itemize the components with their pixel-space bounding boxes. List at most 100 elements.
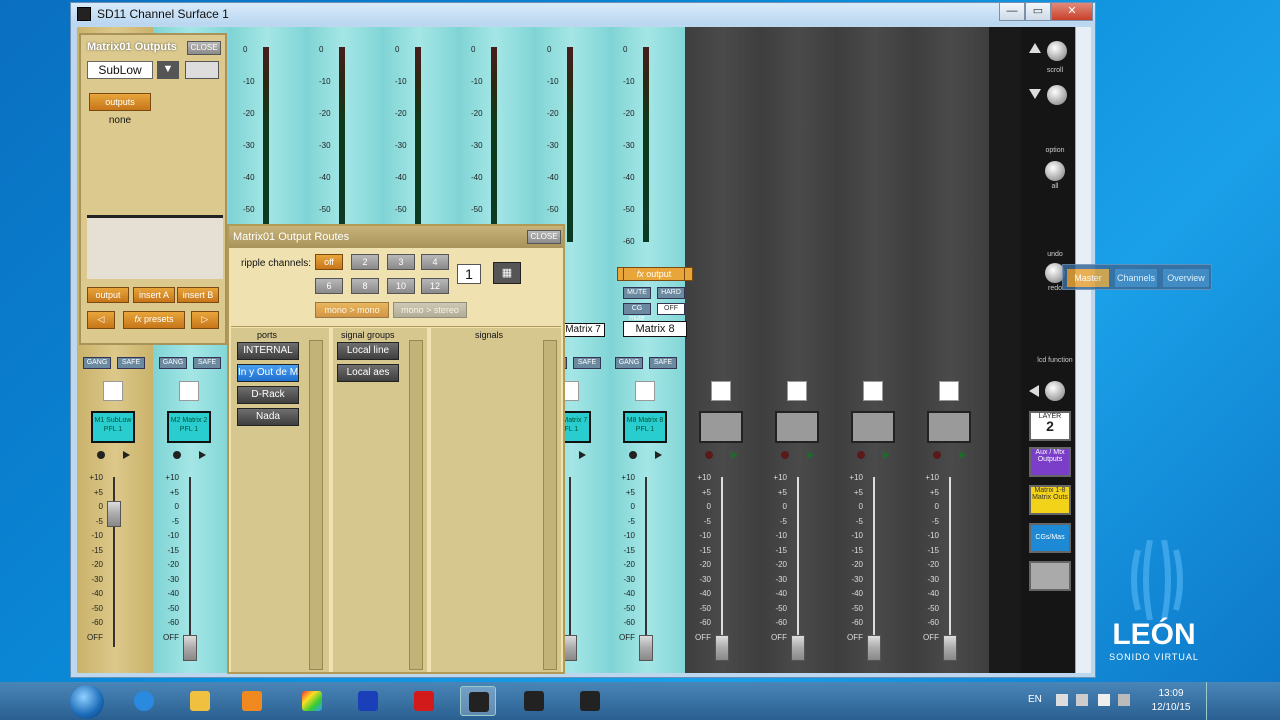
cg-mute-button-m8[interactable]: CG mute: [623, 303, 651, 322]
channel-name-display[interactable]: M1 SubLow PFL 1: [91, 411, 135, 443]
fader-knob[interactable]: [639, 635, 653, 661]
fader-knob[interactable]: [563, 635, 577, 661]
close-button[interactable]: ✕: [1051, 3, 1093, 21]
safe-button[interactable]: SAFE: [649, 357, 677, 369]
play-icon[interactable]: [959, 451, 966, 459]
port-in-out-monitor[interactable]: In y Out de Mo: [237, 364, 299, 382]
next-preset-button[interactable]: ▷: [191, 311, 219, 329]
taskbar-sd11-3[interactable]: [572, 686, 608, 716]
ripple-off-button[interactable]: off: [315, 254, 343, 270]
ports-scrollbar[interactable]: [309, 340, 323, 670]
port-d-rack[interactable]: D-Rack: [237, 386, 299, 404]
taskbar-sd11-1[interactable]: [460, 686, 496, 716]
lcd-left-icon[interactable]: [1029, 385, 1039, 397]
tray-network-icon[interactable]: [1076, 694, 1088, 706]
play-icon[interactable]: [731, 451, 738, 459]
fader-knob[interactable]: [943, 635, 957, 661]
taskbar-ie[interactable]: [126, 686, 162, 716]
popup-channels[interactable]: Channels: [1115, 269, 1157, 287]
fx-output-m8[interactable]: fx output: [623, 267, 685, 281]
channel-name-display[interactable]: [851, 411, 895, 443]
ripple-3-button[interactable]: 3: [387, 254, 415, 270]
scroll-down-knob[interactable]: [1047, 85, 1067, 105]
popup-overview[interactable]: Overview: [1163, 269, 1209, 287]
fader-knob[interactable]: [107, 501, 121, 527]
taskbar-app-v[interactable]: [406, 686, 442, 716]
fader-knob[interactable]: [867, 635, 881, 661]
group-local-aes[interactable]: Local aes: [337, 364, 399, 382]
channel-name-display[interactable]: [927, 411, 971, 443]
safe-button[interactable]: SAFE: [573, 357, 601, 369]
select-button[interactable]: [787, 381, 807, 401]
minimize-button[interactable]: —: [999, 3, 1025, 21]
record-icon[interactable]: [857, 451, 865, 459]
select-button[interactable]: [939, 381, 959, 401]
output-selector[interactable]: SubLow: [87, 61, 153, 79]
clock-date[interactable]: 12/10/15: [1148, 702, 1194, 713]
insert-a-tab[interactable]: insert A: [133, 287, 175, 303]
cgs-mas-button[interactable]: CGs/Mas: [1029, 523, 1071, 553]
select-button[interactable]: [179, 381, 199, 401]
channel-name-display[interactable]: [775, 411, 819, 443]
play-icon[interactable]: [579, 451, 586, 459]
taskbar-app-blue[interactable]: [350, 686, 386, 716]
matrix-outs-button[interactable]: Matrix 1-8 Matrix Outs: [1029, 485, 1071, 515]
channel-name-display[interactable]: M8 Matrix 8 PFL 1: [623, 411, 667, 443]
scroll-up-icon[interactable]: [1029, 43, 1041, 53]
fader-knob[interactable]: [183, 635, 197, 661]
output-tab[interactable]: output: [87, 287, 129, 303]
play-icon[interactable]: [199, 451, 206, 459]
option-knob[interactable]: [1045, 161, 1065, 181]
play-icon[interactable]: [655, 451, 662, 459]
presets-button[interactable]: fx presets: [123, 311, 185, 329]
tray-flag-icon[interactable]: [1056, 694, 1068, 706]
maximize-button[interactable]: ▭: [1025, 3, 1051, 21]
taskbar-explorer[interactable]: [182, 686, 218, 716]
gang-button[interactable]: GANG: [83, 357, 111, 369]
show-desktop-button[interactable]: [1206, 682, 1216, 720]
record-icon[interactable]: [781, 451, 789, 459]
taskbar-sd11-2[interactable]: [516, 686, 552, 716]
mute-button-m8[interactable]: MUTE: [623, 287, 651, 299]
play-icon[interactable]: [883, 451, 890, 459]
prev-preset-button[interactable]: ◁: [87, 311, 115, 329]
popup-master[interactable]: Master: [1067, 269, 1109, 287]
language-indicator[interactable]: EN: [1028, 694, 1042, 705]
record-icon[interactable]: [933, 451, 941, 459]
ripple-12-button[interactable]: 12: [421, 278, 449, 294]
off-button-m8[interactable]: OFF: [657, 303, 685, 315]
clock-time[interactable]: 13:09: [1148, 688, 1194, 699]
hard-button-m8[interactable]: HARD: [657, 287, 685, 299]
blank-function-button[interactable]: [1029, 561, 1071, 591]
safe-button[interactable]: SAFE: [117, 357, 145, 369]
port-internal[interactable]: INTERNAL: [237, 342, 299, 360]
select-button[interactable]: [711, 381, 731, 401]
ripple-6-button[interactable]: 6: [315, 278, 343, 294]
mono-stereo-button[interactable]: mono > stereo: [393, 302, 467, 318]
record-icon[interactable]: [705, 451, 713, 459]
record-icon[interactable]: [629, 451, 637, 459]
mono-mono-button[interactable]: mono > mono: [315, 302, 389, 318]
groups-scrollbar[interactable]: [409, 340, 423, 670]
gang-button[interactable]: GANG: [615, 357, 643, 369]
tray-power-icon[interactable]: [1118, 694, 1130, 706]
record-icon[interactable]: [97, 451, 105, 459]
aux-mtx-button[interactable]: Aux / Mtx Outputs: [1029, 447, 1071, 477]
selector-dropdown-icon[interactable]: ▼: [157, 61, 179, 79]
grid-icon[interactable]: ▦: [493, 262, 521, 284]
layer-button[interactable]: LAYER 2: [1029, 411, 1071, 441]
record-icon[interactable]: [173, 451, 181, 459]
ripple-8-button[interactable]: 8: [351, 278, 379, 294]
tray-speaker-icon[interactable]: [1098, 694, 1110, 706]
select-button[interactable]: [635, 381, 655, 401]
vertical-scrollbar[interactable]: [1075, 27, 1091, 673]
signals-scrollbar[interactable]: [543, 340, 557, 670]
group-local-line[interactable]: Local line: [337, 342, 399, 360]
outputs-close-button[interactable]: CLOSE: [187, 41, 221, 55]
taskbar-media[interactable]: [234, 686, 270, 716]
outputs-tab[interactable]: outputs: [89, 93, 151, 111]
ripple-10-button[interactable]: 10: [387, 278, 415, 294]
play-icon[interactable]: [123, 451, 130, 459]
safe-button[interactable]: SAFE: [193, 357, 221, 369]
lcd-knob[interactable]: [1045, 381, 1065, 401]
